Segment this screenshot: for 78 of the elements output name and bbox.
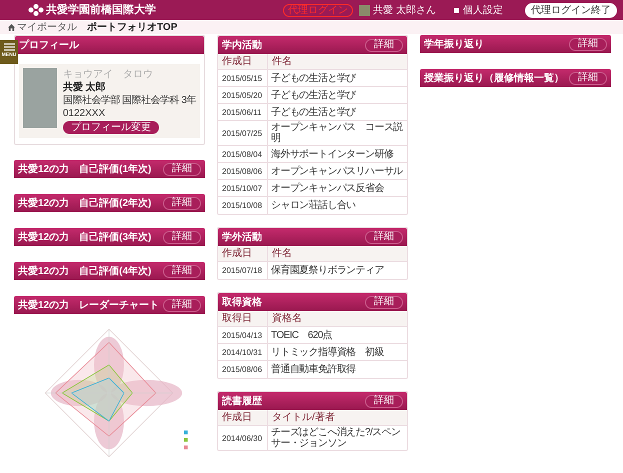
detail-button[interactable]: 詳細 xyxy=(163,230,201,244)
section-title: 読書履歴 xyxy=(222,394,262,408)
table-cell: 2015/07/25 xyxy=(218,121,268,146)
table-cell: 子どもの生活と学び xyxy=(268,104,407,121)
section-title: 共愛12の力 自己評価(4年次) xyxy=(18,264,152,278)
column-header: 取得日 xyxy=(218,311,268,327)
table-cell: 2015/04/13 xyxy=(218,327,268,344)
detail-button[interactable]: 詳細 xyxy=(569,38,607,50)
table-cell: 2015/06/11 xyxy=(218,104,268,121)
breadcrumb-link[interactable]: マイポータル xyxy=(17,20,87,34)
table-cell: 2015/05/20 xyxy=(218,87,268,104)
detail-button[interactable]: 詳細 xyxy=(365,394,403,408)
section-title: 共愛12の力 自己評価(3年次) xyxy=(18,230,152,244)
student-name: 共愛 太郎 xyxy=(62,81,107,94)
column-header: 件名 xyxy=(268,54,407,70)
photo-placeholder xyxy=(23,68,57,128)
legend-marker xyxy=(184,446,188,450)
detail-button[interactable]: 詳細 xyxy=(365,230,403,244)
section-title: 取得資格 xyxy=(222,296,262,310)
legend-marker xyxy=(184,438,188,442)
column-header: タイトル/著者 xyxy=(268,410,407,426)
end-proxy-button[interactable]: 代理ログイン終了 xyxy=(525,2,617,18)
table-cell-text: シャロン荘話し合い xyxy=(270,198,357,213)
table-cell: 2015/10/08 xyxy=(218,197,268,214)
section-title: 共愛12の力 レーダーチャート xyxy=(18,298,160,312)
table-cell: 2015/10/07 xyxy=(218,180,268,197)
section-title: 学外活動 xyxy=(222,230,262,244)
table-cell: 2014/06/30 xyxy=(218,426,268,450)
table-cell: TOEIC 620点 xyxy=(268,327,407,344)
student-id: 0122XXX xyxy=(62,107,106,120)
table-cell-text: 保育園夏祭りボランティア xyxy=(270,264,385,278)
column-header: 作成日 xyxy=(218,410,268,426)
table-cell: 2014/10/31 xyxy=(218,344,268,361)
section-title: プロフィール xyxy=(19,38,79,52)
table-cell: オープンキャンパス反省会 xyxy=(268,180,407,197)
detail-button[interactable]: 詳細 xyxy=(365,38,403,52)
section-title: 共愛12の力 自己評価(2年次) xyxy=(18,196,152,210)
section-title: 共愛12の力 自己評価(1年次) xyxy=(18,162,152,176)
detail-button[interactable]: 詳細 xyxy=(163,298,201,312)
section-title: 学内活動 xyxy=(222,38,262,52)
profile-edit-button[interactable]: プロフィール変更 xyxy=(62,121,159,134)
detail-button[interactable]: 詳細 xyxy=(163,196,201,210)
column-header: 資格名 xyxy=(268,311,407,327)
table-cell-text: チーズはどこへ消えた?/スペンサー・ジョンソン xyxy=(270,426,402,450)
breadcrumb-link[interactable]: ポートフォリオTOP xyxy=(87,20,178,34)
column-header: 作成日 xyxy=(218,246,268,262)
avatar-photo xyxy=(359,4,370,16)
user-name: 共愛 太郎さん xyxy=(373,4,436,18)
detail-button[interactable]: 詳細 xyxy=(365,296,403,308)
legend-marker xyxy=(184,430,188,434)
column-header: 件名 xyxy=(268,246,407,262)
table-cell: 子どもの生活と学び xyxy=(268,87,407,104)
table-cell: 2015/07/18 xyxy=(218,262,268,279)
proxy-login-badge: 代理ログイン xyxy=(283,4,354,16)
home-icon xyxy=(8,24,15,30)
detail-button[interactable]: 詳細 xyxy=(163,264,201,278)
table-cell: リトミック指導資格 初級 xyxy=(268,344,407,361)
name-kana: キョウアイ タロウ xyxy=(62,68,154,81)
table-cell: オープンキャンパスリハーサル xyxy=(268,163,407,180)
table-cell-text: 普通自動車免許取得 xyxy=(270,362,357,377)
table-cell: 2015/08/04 xyxy=(218,146,268,163)
detail-button[interactable]: 詳細 xyxy=(569,72,607,84)
settings-icon xyxy=(454,8,459,12)
table-cell: 2015/05/15 xyxy=(218,70,268,87)
detail-button[interactable]: 詳細 xyxy=(163,162,201,176)
table-cell: 子どもの生活と学び xyxy=(268,70,407,87)
table-cell: 2015/08/06 xyxy=(218,361,268,378)
table-cell: オープンキャンパス コース説明 xyxy=(268,121,407,146)
site-title: 共愛学園前橋国際大学 xyxy=(46,2,156,18)
logo-icon xyxy=(28,4,44,16)
table-cell: 2015/08/06 xyxy=(218,163,268,180)
column-header: 作成日 xyxy=(218,54,268,70)
section-title: 学年振り返り xyxy=(424,38,484,52)
affiliation: 国際社会学部 国際社会学科 3年 xyxy=(62,94,196,107)
section-title: 授業振り返り（履修情報一覧） xyxy=(424,72,564,86)
settings-link[interactable]: 個人設定 xyxy=(463,2,503,18)
table-cell: 海外サポートインターン研修 xyxy=(268,146,407,163)
menu-icon xyxy=(4,43,14,51)
